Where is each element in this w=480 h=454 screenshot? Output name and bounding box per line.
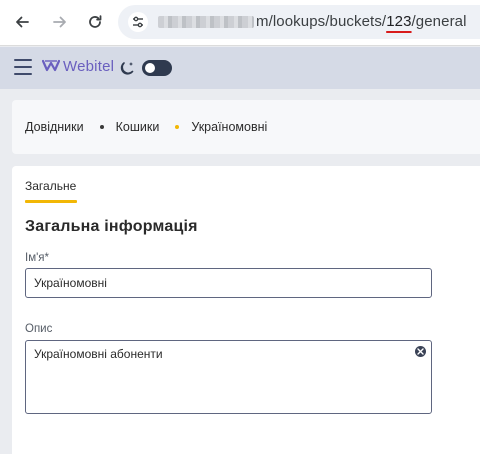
url-redacted-domain bbox=[158, 16, 254, 28]
dark-mode-toggle[interactable] bbox=[142, 60, 172, 76]
url-path: m/lookups/buckets/ bbox=[256, 13, 387, 30]
url-text: m/lookups/buckets/123/general bbox=[256, 13, 467, 30]
description-textarea[interactable]: Україномовні абоненти bbox=[25, 340, 432, 414]
clear-icon[interactable] bbox=[415, 346, 426, 357]
hamburger-menu-icon[interactable] bbox=[14, 59, 32, 75]
webitel-logo-icon bbox=[42, 59, 60, 72]
name-field-label: Ім'я* bbox=[25, 252, 49, 264]
arrow-left-icon bbox=[16, 16, 29, 28]
browser-toolbar: m/lookups/buckets/123/general bbox=[0, 0, 480, 46]
moon-icon bbox=[120, 62, 134, 75]
site-settings-button[interactable] bbox=[128, 12, 148, 32]
bucket-form-card: Загальне Загальна інформація Ім'я* Опис … bbox=[12, 166, 480, 454]
reload-icon bbox=[89, 15, 102, 28]
breadcrumb-item-current: Україномовні bbox=[191, 120, 268, 134]
reload-button[interactable] bbox=[82, 9, 108, 35]
active-tab-indicator bbox=[25, 200, 77, 203]
breadcrumb-item-lookups[interactable]: Довідники bbox=[25, 120, 84, 134]
url-tail: /general bbox=[411, 13, 467, 30]
arrow-right-icon bbox=[53, 16, 66, 28]
back-button[interactable] bbox=[9, 9, 35, 35]
breadcrumb-separator bbox=[99, 125, 104, 129]
url-highlighted-id: 123 bbox=[386, 13, 412, 30]
breadcrumb-separator-active bbox=[175, 125, 180, 129]
webitel-logo[interactable]: Webitel bbox=[42, 57, 114, 75]
section-title: Загальна інформація bbox=[25, 218, 198, 235]
forward-button[interactable] bbox=[47, 9, 73, 35]
toggle-knob bbox=[145, 63, 155, 73]
tab-general[interactable]: Загальне bbox=[25, 179, 76, 201]
name-input[interactable] bbox=[25, 268, 432, 298]
close-icon bbox=[417, 348, 424, 355]
address-bar[interactable]: m/lookups/buckets/123/general bbox=[118, 5, 480, 39]
app-header: Webitel bbox=[0, 47, 480, 89]
breadcrumb: Довідники Кошики Україномовні bbox=[12, 100, 480, 154]
logo-text: Webitel bbox=[63, 57, 115, 75]
tune-icon bbox=[133, 16, 143, 28]
breadcrumb-item-buckets[interactable]: Кошики bbox=[116, 120, 160, 134]
description-field-label: Опис bbox=[25, 323, 53, 335]
